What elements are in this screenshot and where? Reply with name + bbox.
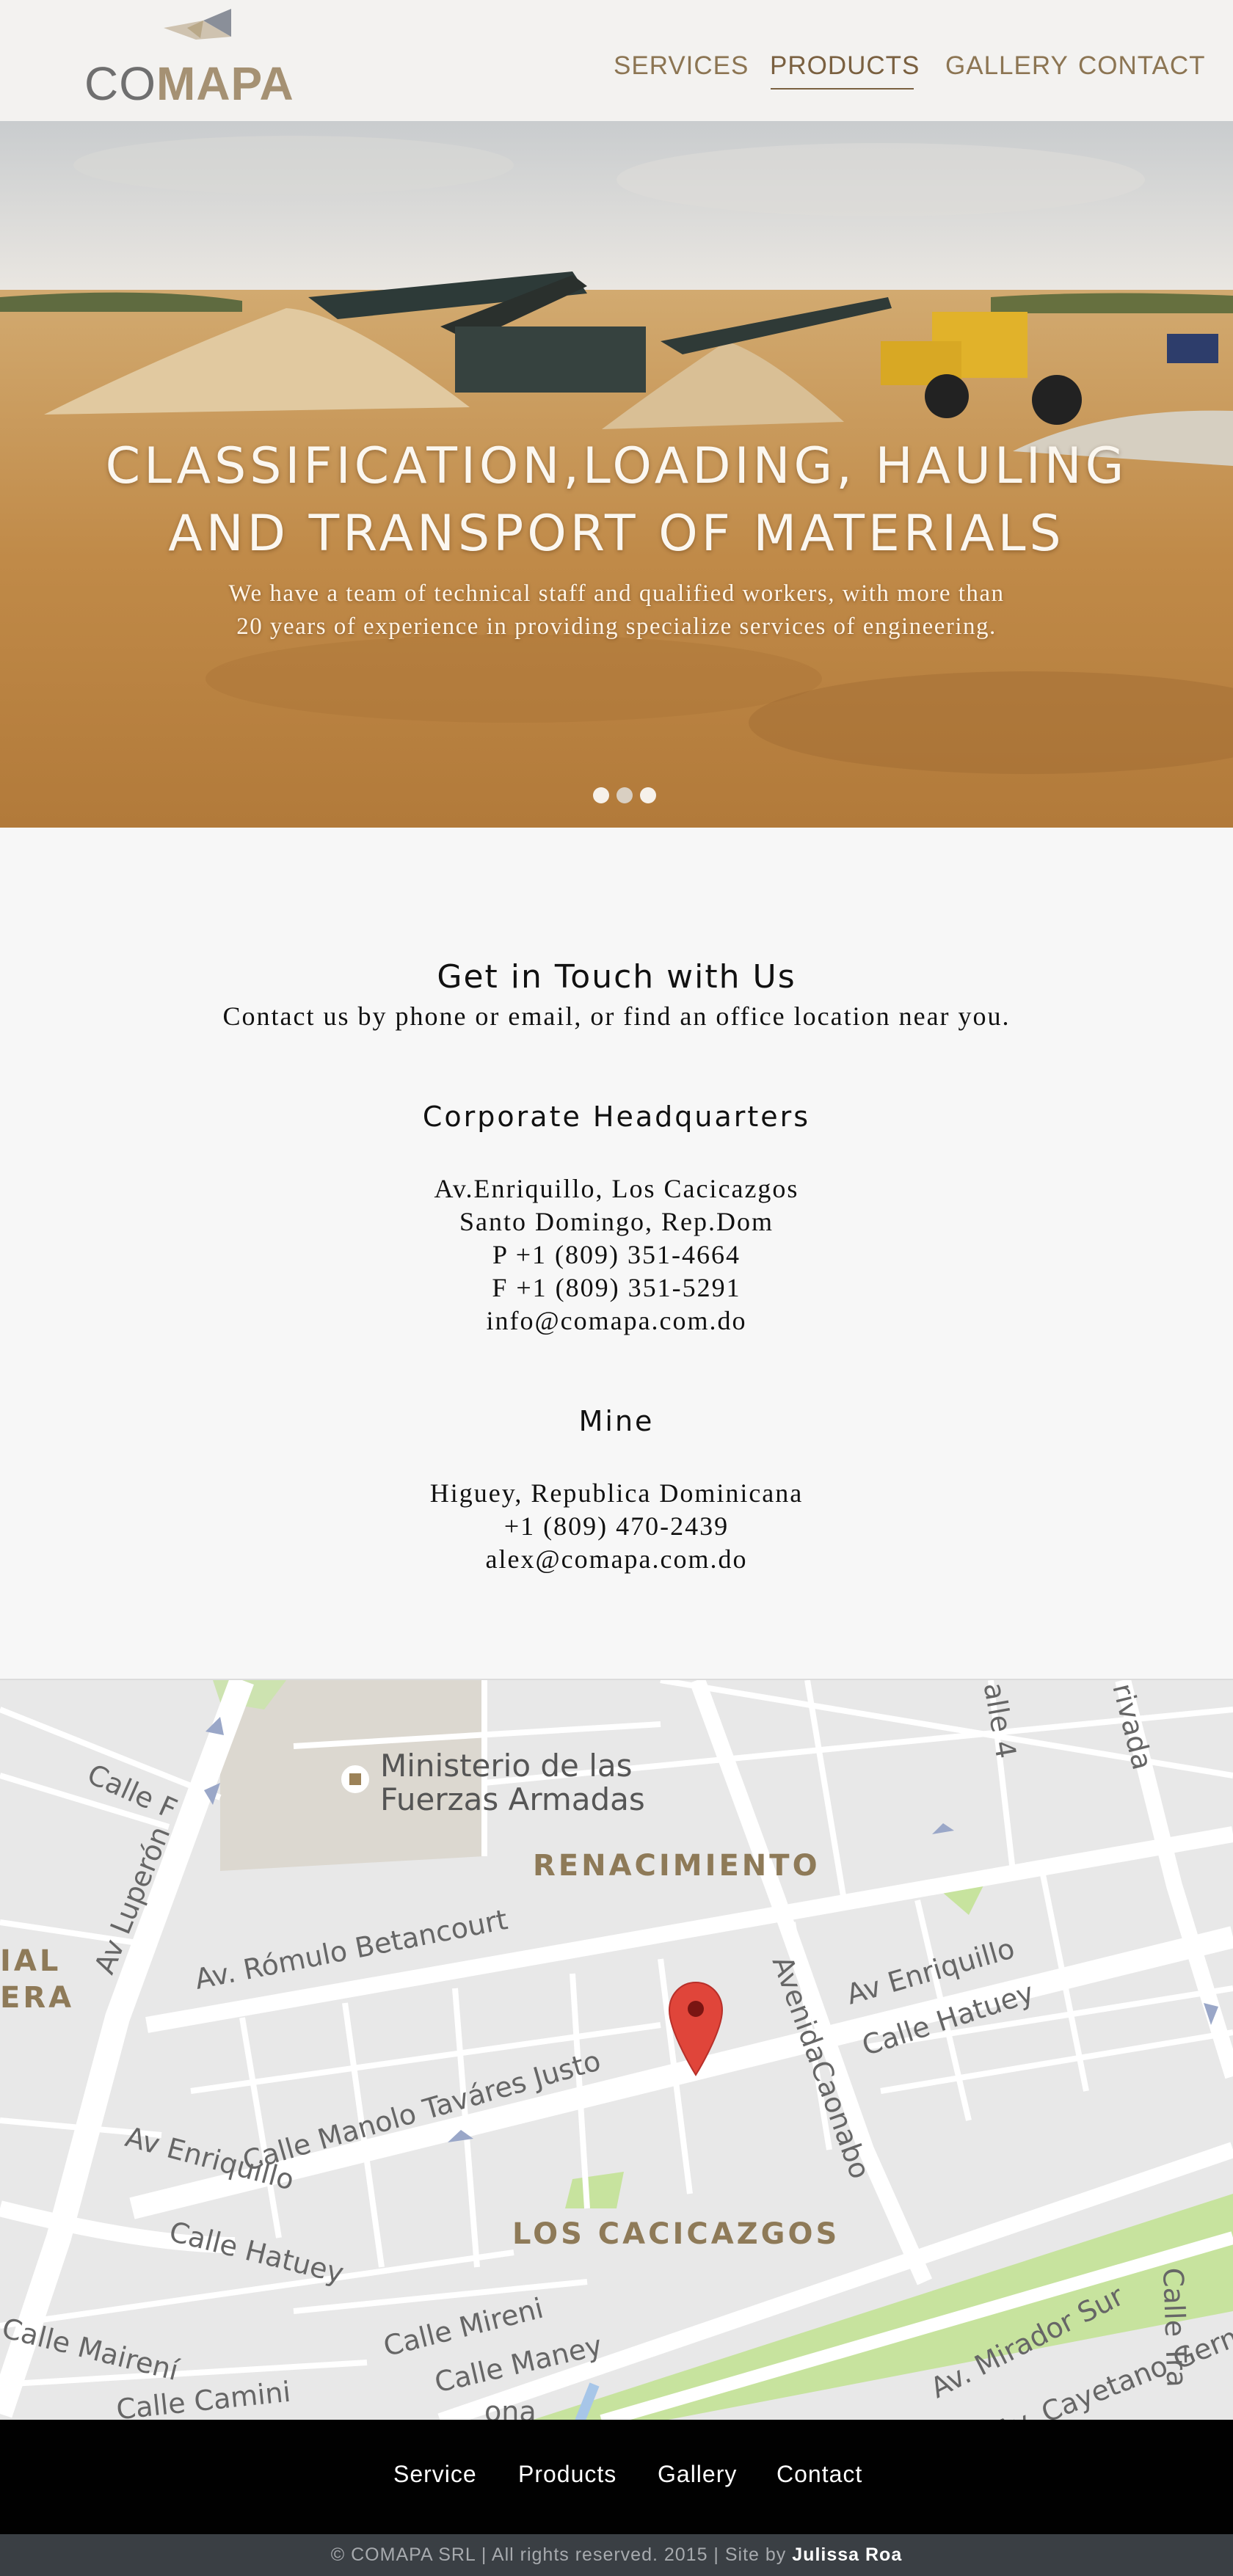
site-footer: Service Products Gallery Contact bbox=[0, 2420, 1233, 2534]
hero-title-line2: AND TRANSPORT OF MATERIALS bbox=[168, 505, 1065, 563]
mine-phone[interactable]: +1 (809) 470-2439 bbox=[0, 1510, 1233, 1543]
map-street-ona: ona bbox=[484, 2396, 537, 2421]
map-district-partial-1: IAL bbox=[0, 1944, 62, 1978]
slider-dot-1[interactable] bbox=[593, 787, 609, 803]
slider-dot-3[interactable] bbox=[640, 787, 656, 803]
footer-link-service[interactable]: Service bbox=[393, 2461, 477, 2488]
nav-services[interactable]: SERVICES bbox=[614, 51, 749, 81]
mine-address: Higuey, Republica Dominicana bbox=[429, 1478, 804, 1508]
copyright-label: © COMAPA SRL | All rights reserved. 2015… bbox=[330, 2544, 787, 2565]
contact-heading: Get in Touch with Us bbox=[437, 958, 796, 996]
hq-phone[interactable]: P +1 (809) 351-4664 bbox=[0, 1238, 1233, 1271]
nav-active-indicator bbox=[771, 88, 914, 90]
hq-fax: F +1 (809) 351-5291 bbox=[492, 1273, 741, 1302]
hero-subtitle-line1: We have a team of technical staff and qu… bbox=[228, 580, 1005, 607]
hq-address-line2: Santo Domingo, Rep.Dom bbox=[459, 1207, 774, 1236]
copyright-bar: © COMAPA SRL | All rights reserved. 2015… bbox=[0, 2534, 1233, 2576]
map-district-los-cacicazgos: LOS CACICAZGOS bbox=[512, 2217, 840, 2251]
hero-title: CLASSIFICATION,LOADING, HAULING AND TRAN… bbox=[0, 433, 1233, 568]
logo-mark-icon bbox=[164, 9, 231, 40]
hero-slider[interactable]: CLASSIFICATION,LOADING, HAULING AND TRAN… bbox=[0, 121, 1233, 828]
mine-email[interactable]: alex@comapa.com.do bbox=[0, 1543, 1233, 1576]
map-poi-ministerio[interactable]: Ministerio de las Fuerzas Armadas bbox=[380, 1749, 645, 1817]
nav-contact[interactable]: CONTACT bbox=[1078, 51, 1206, 81]
footer-link-gallery[interactable]: Gallery bbox=[658, 2461, 737, 2488]
contact-intro: Contact us by phone or email, or find an… bbox=[222, 1001, 1011, 1031]
footer-link-contact[interactable]: Contact bbox=[776, 2461, 862, 2488]
mine-title: Mine bbox=[578, 1405, 655, 1437]
site-header: COMAPA SERVICES PRODUCTS GALLERY CONTACT bbox=[0, 0, 1233, 121]
map-poi-line1: Ministerio de las bbox=[380, 1748, 633, 1784]
map-poi-line2: Fuerzas Armadas bbox=[380, 1781, 645, 1817]
slider-pagination bbox=[593, 787, 659, 806]
mine-details: Higuey, Republica Dominicana +1 (809) 47… bbox=[0, 1477, 1233, 1576]
hq-email[interactable]: info@comapa.com.do bbox=[0, 1305, 1233, 1338]
site-author-link[interactable]: Julissa Roa bbox=[792, 2544, 902, 2565]
map-district-renacimiento: RENACIMIENTO bbox=[533, 1849, 821, 1883]
hero-title-line1: CLASSIFICATION,LOADING, HAULING bbox=[105, 437, 1128, 495]
map-district-partial-2: ERA bbox=[0, 1981, 75, 2015]
footer-link-products[interactable]: Products bbox=[518, 2461, 616, 2488]
nav-products[interactable]: PRODUCTS bbox=[770, 51, 920, 81]
contact-section: Get in Touch with Us Contact us by phone… bbox=[0, 828, 1233, 1679]
hq-title: Corporate Headquarters bbox=[422, 1101, 811, 1133]
location-map[interactable]: Ministerio de las Fuerzas Armadas RENACI… bbox=[0, 1679, 1233, 2421]
copyright-text: © COMAPA SRL | All rights reserved. 2015… bbox=[0, 2544, 1233, 2566]
hq-details: Av.Enriquillo, Los Cacicazgos Santo Domi… bbox=[0, 1172, 1233, 1338]
slider-dot-2[interactable] bbox=[616, 787, 633, 803]
main-nav: SERVICES PRODUCTS GALLERY CONTACT bbox=[0, 51, 1233, 90]
hero-subtitle-line2: 20 years of experience in providing spec… bbox=[236, 613, 997, 640]
hero-subtitle: We have a team of technical staff and qu… bbox=[147, 577, 1086, 643]
map-street-calle-tra: Calle Tra bbox=[1157, 2267, 1193, 2388]
hq-address-line1: Av.Enriquillo, Los Cacicazgos bbox=[434, 1174, 799, 1203]
nav-gallery[interactable]: GALLERY bbox=[945, 51, 1069, 81]
